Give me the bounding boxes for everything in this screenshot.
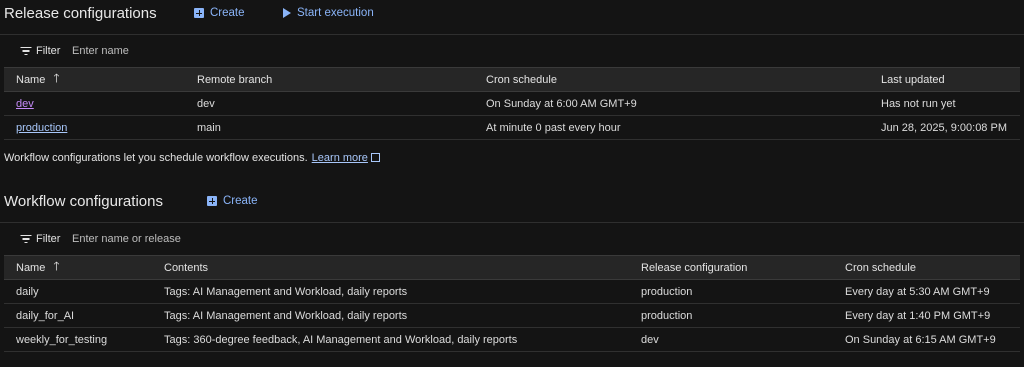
release-filter-bar: Filter: [0, 36, 1024, 66]
cron-schedule-cell: On Sunday at 6:00 AM GMT+9: [486, 97, 637, 110]
workflow-create-button[interactable]: Create: [207, 195, 258, 207]
divider: [0, 34, 1024, 35]
sort-ascending-icon[interactable]: 🡑: [53, 69, 59, 90]
info-description: Workflow configurations let you schedule…: [4, 152, 308, 164]
plus-icon: [194, 8, 204, 18]
external-link-icon: [370, 153, 380, 162]
column-header-remote-branch: Remote branch: [197, 73, 273, 86]
plus-icon: [207, 196, 217, 206]
play-icon: [283, 8, 291, 18]
release-section-header: Release configurations Create Start exec…: [0, 0, 1024, 26]
table-header-row: Name 🡑 Remote branch Cron schedule Last …: [4, 67, 1020, 92]
release-config-cell: production: [641, 285, 693, 298]
last-updated-cell: Has not run yet: [881, 97, 956, 110]
workflow-table: Name 🡑 Contents Release configuration Cr…: [4, 255, 1020, 352]
table-row[interactable]: daily_for_AI Tags: AI Management and Wor…: [4, 304, 1020, 328]
column-header-last-updated: Last updated: [881, 73, 945, 86]
workflow-info-text: Workflow configurations let you schedule…: [4, 152, 380, 164]
start-execution-label: Start execution: [297, 7, 374, 19]
cron-schedule-cell: Every day at 1:40 PM GMT+9: [845, 309, 991, 322]
release-create-button[interactable]: Create: [194, 7, 245, 19]
remote-branch-cell: dev: [197, 97, 215, 110]
release-filter-label: Filter: [36, 45, 61, 57]
column-header-cron-schedule: Cron schedule: [845, 261, 916, 274]
release-filter-input[interactable]: [72, 45, 472, 57]
workflow-name-cell: daily: [16, 285, 39, 298]
cron-schedule-cell: At minute 0 past every hour: [486, 121, 621, 134]
start-execution-button[interactable]: Start execution: [283, 7, 374, 19]
release-link-production[interactable]: production: [16, 122, 67, 134]
filter-icon[interactable]: [20, 234, 31, 244]
workflow-filter-label: Filter: [36, 233, 61, 245]
contents-cell: Tags: AI Management and Workload, daily …: [164, 285, 408, 298]
workflow-section-title: Workflow configurations: [4, 192, 163, 210]
contents-cell: Tags: 360-degree feedback, AI Management…: [164, 333, 518, 346]
release-config-cell: production: [641, 309, 693, 322]
cron-schedule-cell: Every day at 5:30 AM GMT+9: [845, 285, 990, 298]
divider: [0, 222, 1024, 223]
table-row: production main At minute 0 past every h…: [4, 116, 1020, 140]
release-section-title: Release configurations: [4, 4, 157, 22]
workflow-filter-input[interactable]: [72, 233, 472, 245]
column-header-release-configuration: Release configuration: [641, 261, 748, 274]
last-updated-cell: Jun 28, 2025, 9:00:08 PM: [881, 121, 1007, 134]
column-header-name[interactable]: Name 🡑: [16, 256, 60, 279]
column-header-cron-schedule: Cron schedule: [486, 73, 557, 86]
column-header-name[interactable]: Name 🡑: [16, 68, 60, 91]
release-create-label: Create: [210, 7, 245, 19]
workflow-name-cell: daily_for_AI: [16, 309, 75, 322]
learn-more-link[interactable]: Learn more: [312, 152, 368, 164]
release-table: Name 🡑 Remote branch Cron schedule Last …: [4, 67, 1020, 140]
table-row: dev dev On Sunday at 6:00 AM GMT+9 Has n…: [4, 92, 1020, 116]
remote-branch-cell: main: [197, 121, 221, 134]
contents-cell: Tags: AI Management and Workload, daily …: [164, 309, 408, 322]
table-header-row: Name 🡑 Contents Release configuration Cr…: [4, 255, 1020, 280]
workflow-section-header: Workflow configurations Create: [0, 188, 1024, 214]
workflow-create-label: Create: [223, 195, 258, 207]
release-config-cell: dev: [641, 333, 659, 346]
cron-schedule-cell: On Sunday at 6:15 AM GMT+9: [845, 333, 996, 346]
sort-ascending-icon[interactable]: 🡑: [53, 257, 59, 278]
release-link-dev[interactable]: dev: [16, 98, 34, 110]
column-header-contents: Contents: [164, 261, 209, 274]
table-row[interactable]: weekly_for_testing Tags: 360-degree feed…: [4, 328, 1020, 352]
table-row[interactable]: daily Tags: AI Management and Workload, …: [4, 280, 1020, 304]
workflow-name-cell: weekly_for_testing: [16, 333, 108, 346]
workflow-filter-bar: Filter: [0, 224, 1024, 254]
filter-icon[interactable]: [20, 46, 31, 56]
